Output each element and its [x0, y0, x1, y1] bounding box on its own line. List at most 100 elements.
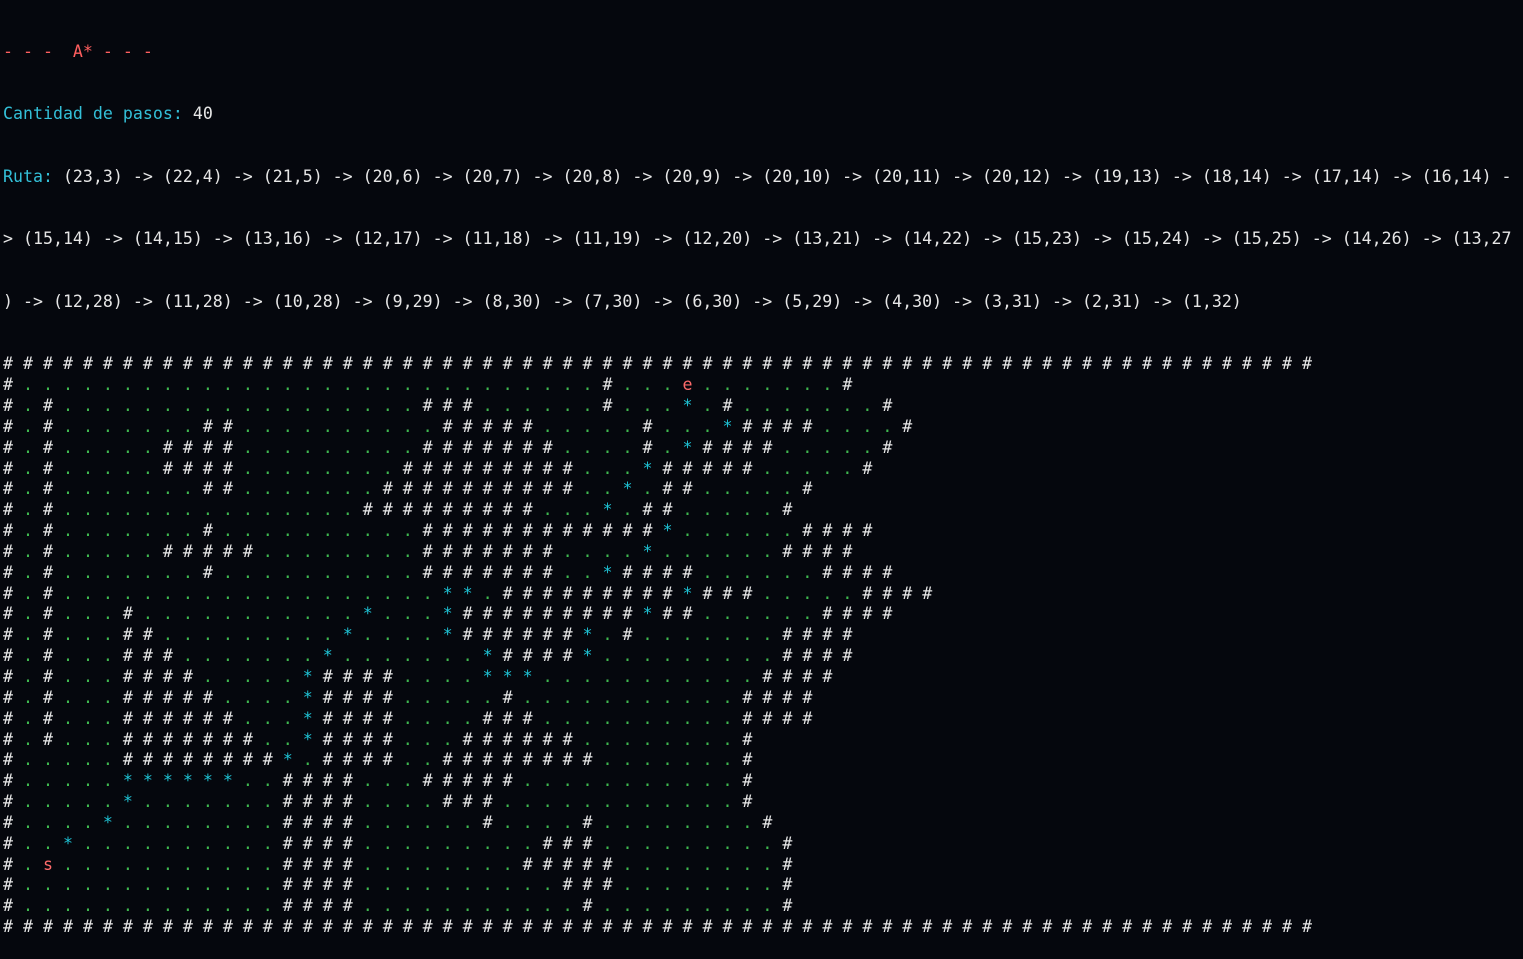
floor-cell: . [82, 750, 103, 770]
wall-cell: # [782, 917, 803, 937]
floor-cell: . [262, 375, 283, 395]
floor-cell: . [742, 875, 763, 895]
wall-cell: # [202, 521, 223, 541]
floor-cell: . [342, 604, 363, 624]
floor-cell: . [302, 521, 323, 541]
wall-cell: # [122, 750, 143, 770]
floor-cell: . [402, 521, 423, 541]
wall-cell: # [562, 833, 583, 853]
wall-cell: # [602, 854, 623, 874]
floor-cell: . [322, 583, 343, 603]
wall-cell: # [522, 917, 543, 937]
wall-cell: # [302, 771, 323, 791]
floor-cell: . [22, 583, 43, 603]
wall-cell: # [3, 708, 23, 728]
wall-cell: # [442, 541, 463, 561]
floor-cell: . [722, 708, 743, 728]
wall-cell: # [482, 437, 503, 457]
floor-cell: . [22, 729, 43, 749]
wall-cell: # [682, 458, 703, 478]
floor-cell: . [262, 646, 283, 666]
floor-cell: . [162, 833, 183, 853]
floor-cell: . [282, 583, 303, 603]
wall-cell: # [562, 625, 583, 645]
floor-cell: . [702, 750, 723, 770]
floor-cell: . [582, 729, 603, 749]
floor-cell: . [502, 792, 523, 812]
floor-cell: . [642, 646, 663, 666]
wall-cell: # [502, 458, 523, 478]
floor-cell: . [142, 875, 163, 895]
floor-cell: . [742, 646, 763, 666]
floor-cell: . [582, 500, 603, 520]
wall-cell: # [302, 875, 323, 895]
wall-cell: # [442, 416, 463, 436]
wall-cell: # [742, 917, 763, 937]
floor-cell: . [562, 708, 583, 728]
floor-cell: . [762, 875, 783, 895]
wall-cell: # [522, 583, 543, 603]
wall-cell: # [462, 416, 483, 436]
floor-cell: . [122, 562, 143, 582]
wall-cell: # [462, 625, 483, 645]
floor-cell: . [402, 541, 423, 561]
floor-cell: . [262, 541, 283, 561]
floor-cell: . [582, 458, 603, 478]
wall-cell: # [842, 625, 853, 645]
wall-cell: # [742, 354, 763, 374]
floor-cell: . [182, 396, 203, 416]
floor-cell: . [242, 875, 263, 895]
floor-cell: . [842, 583, 863, 603]
wall-cell: # [462, 479, 483, 499]
wall-cell: # [562, 604, 583, 624]
floor-cell: . [362, 646, 383, 666]
floor-cell: . [722, 667, 743, 686]
wall-cell: # [642, 917, 663, 937]
wall-cell: # [162, 458, 183, 478]
wall-cell: # [442, 562, 463, 582]
wall-cell: # [1102, 917, 1123, 937]
floor-cell: . [862, 437, 883, 457]
wall-cell: # [182, 687, 203, 707]
wall-cell: # [3, 646, 23, 666]
maze-row: # . # . . . # # # # # # . . . * # # # # … [3, 709, 1520, 730]
floor-cell: . [182, 500, 203, 520]
wall-cell: # [1222, 354, 1243, 374]
floor-cell: . [202, 812, 223, 832]
wall-cell: # [842, 354, 863, 374]
floor-cell: . [682, 541, 703, 561]
floor-cell: . [802, 583, 823, 603]
wall-cell: # [862, 917, 883, 937]
wall-cell: # [162, 437, 183, 457]
floor-cell: . [782, 437, 803, 457]
floor-cell: . [22, 437, 43, 457]
floor-cell: . [602, 479, 623, 499]
floor-cell: . [222, 500, 243, 520]
wall-cell: # [522, 750, 543, 770]
wall-cell: # [302, 354, 323, 374]
path-cell: * [302, 687, 323, 707]
wall-cell: # [762, 812, 773, 832]
floor-cell: . [602, 416, 623, 436]
wall-cell: # [402, 354, 423, 374]
floor-cell: . [722, 687, 743, 707]
wall-cell: # [1262, 354, 1282, 374]
floor-cell: . [402, 625, 423, 645]
path-cell: * [442, 625, 463, 645]
floor-cell: . [22, 541, 43, 561]
floor-cell: . [682, 896, 703, 916]
floor-cell: . [582, 792, 603, 812]
floor-cell: . [262, 521, 283, 541]
floor-cell: . [402, 875, 423, 895]
floor-cell: . [722, 562, 743, 582]
floor-cell: . [242, 812, 263, 832]
wall-cell: # [502, 500, 523, 520]
wall-cell: # [202, 750, 223, 770]
floor-cell: . [202, 500, 223, 520]
floor-cell: . [702, 729, 723, 749]
wall-cell: # [302, 854, 323, 874]
wall-cell: # [182, 437, 203, 457]
floor-cell: . [582, 771, 603, 791]
floor-cell: . [402, 667, 423, 686]
wall-cell: # [422, 500, 443, 520]
